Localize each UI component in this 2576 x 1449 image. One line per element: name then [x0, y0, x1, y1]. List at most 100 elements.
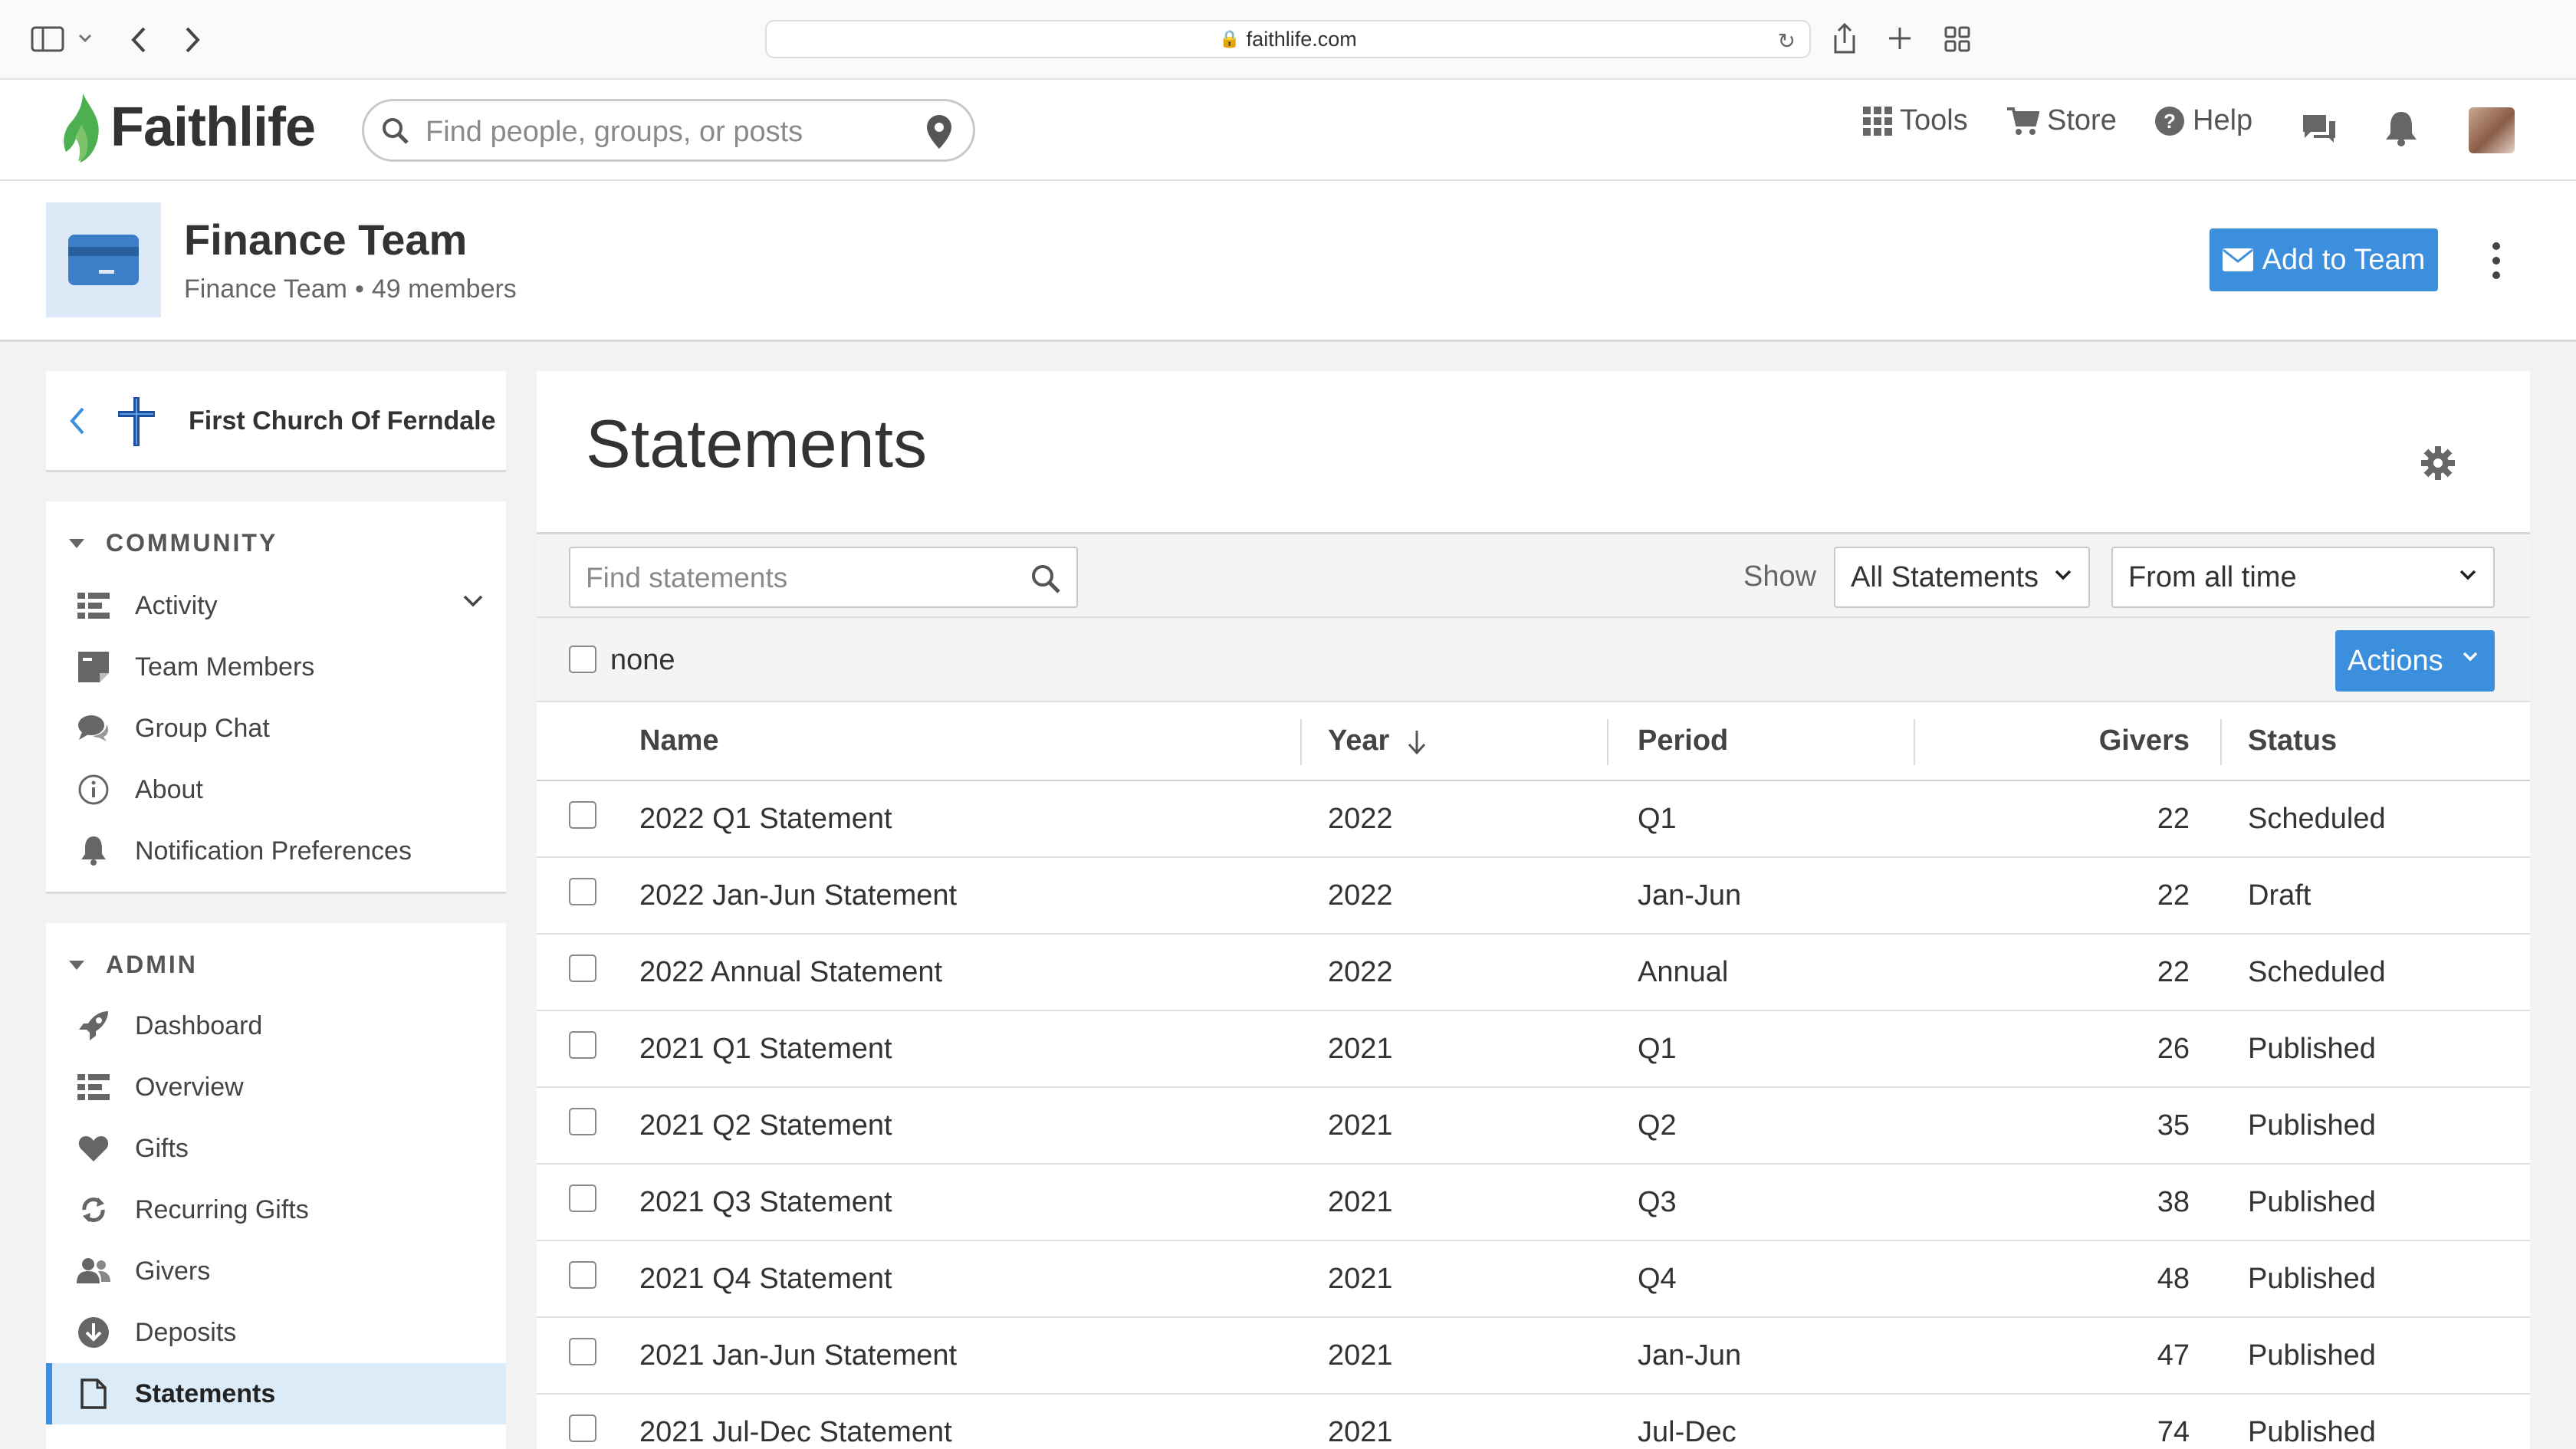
deposit-arrow-icon	[78, 1317, 109, 1348]
row-checkbox[interactable]	[569, 1261, 596, 1289]
back-chevron-icon[interactable]	[69, 406, 86, 435]
address-bar[interactable]: 🔒 faithlife.com ↻	[765, 20, 1811, 58]
forward-icon[interactable]	[184, 26, 201, 54]
statement-filter-select[interactable]: All Statements	[1834, 547, 2090, 608]
more-options-icon[interactable]	[2487, 238, 2505, 284]
statement-name[interactable]: 2021 Q3 Statement	[639, 1164, 1300, 1241]
sidebar-item-notification-preferences[interactable]: Notification Preferences	[46, 820, 506, 882]
sidebar-item-dashboard[interactable]: Dashboard	[46, 995, 506, 1056]
time-range-select[interactable]: From all time	[2111, 547, 2495, 608]
sidebar-item-statements[interactable]: Statements	[46, 1363, 506, 1424]
global-search-input[interactable]	[426, 112, 870, 152]
sidebar-item-label: Notification Preferences	[135, 836, 412, 866]
row-checkbox[interactable]	[569, 955, 596, 982]
row-checkbox[interactable]	[569, 878, 596, 905]
column-header-name[interactable]: Name	[639, 702, 1300, 781]
share-icon[interactable]	[1831, 21, 1858, 55]
messages-icon[interactable]	[2300, 112, 2338, 146]
column-header-period[interactable]: Period	[1607, 702, 1914, 781]
location-pin-icon[interactable]	[925, 113, 953, 150]
admin-section-title[interactable]: ADMIN	[69, 951, 198, 979]
statement-year: 2022	[1300, 934, 1607, 1011]
sidebar-item-deposits[interactable]: Deposits	[46, 1302, 506, 1363]
statement-name[interactable]: 2022 Jan-Jun Statement	[639, 857, 1300, 935]
add-to-team-button[interactable]: Add to Team	[2210, 228, 2438, 291]
table-row[interactable]: 2021 Q1 Statement 2021 Q1 26 Published	[537, 1010, 2530, 1088]
sidebar-item-group-chat[interactable]: Group Chat	[46, 698, 506, 759]
sidebar-item-about[interactable]: About	[46, 759, 506, 820]
nav-store[interactable]: Store	[2007, 104, 2117, 137]
search-icon[interactable]	[1030, 564, 1061, 594]
row-checkbox[interactable]	[569, 1338, 596, 1365]
statement-name[interactable]: 2021 Jan-Jun Statement	[639, 1317, 1300, 1395]
statement-period: Annual	[1607, 934, 1914, 1011]
column-header-status[interactable]: Status	[2220, 702, 2530, 781]
sidebar-item-recurring-gifts[interactable]: Recurring Gifts	[46, 1179, 506, 1240]
sidebar-item-team-members[interactable]: Team Members	[46, 636, 506, 698]
table-row[interactable]: 2021 Jul-Dec Statement 2021 Jul-Dec 74 P…	[537, 1394, 2530, 1449]
table-row[interactable]: 2021 Q4 Statement 2021 Q4 48 Published	[537, 1240, 2530, 1318]
community-section-title[interactable]: COMMUNITY	[69, 529, 278, 557]
statement-status: Scheduled	[2220, 934, 2530, 1011]
row-checkbox[interactable]	[569, 1031, 596, 1059]
envelope-icon	[2222, 248, 2253, 271]
find-statements-field[interactable]	[569, 547, 1078, 608]
row-checkbox[interactable]	[569, 1414, 596, 1442]
statement-name[interactable]: 2021 Q2 Statement	[639, 1087, 1300, 1165]
sidebar-item-gifts[interactable]: Gifts	[46, 1118, 506, 1179]
sidebar-item-activity[interactable]: Activity	[46, 575, 506, 636]
statement-status: Draft	[2220, 857, 2530, 935]
statement-year: 2021	[1300, 1394, 1607, 1449]
church-card[interactable]: First Church Of Ferndale	[46, 371, 506, 472]
table-row[interactable]: 2021 Jan-Jun Statement 2021 Jan-Jun 47 P…	[537, 1317, 2530, 1395]
statement-status: Published	[2220, 1010, 2530, 1088]
new-tab-icon[interactable]	[1888, 26, 1912, 51]
select-all-checkbox[interactable]	[569, 646, 596, 673]
statement-status: Published	[2220, 1317, 2530, 1395]
row-checkbox[interactable]	[569, 1108, 596, 1135]
nav-tools[interactable]: Tools	[1863, 104, 1968, 137]
statement-name[interactable]: 2021 Q1 Statement	[639, 1010, 1300, 1088]
table-row[interactable]: 2021 Q3 Statement 2021 Q3 38 Published	[537, 1164, 2530, 1241]
recurring-arrows-icon	[82, 1198, 105, 1222]
sort-descending-arrow-icon[interactable]	[1406, 729, 1428, 755]
select-all-label[interactable]: none	[610, 644, 675, 677]
row-checkbox[interactable]	[569, 1184, 596, 1212]
statement-status: Published	[2220, 1240, 2530, 1318]
page-title: Statements	[586, 406, 928, 481]
statement-givers: 26	[1914, 1010, 2220, 1088]
global-search[interactable]	[362, 99, 975, 162]
flame-logo-icon	[64, 94, 99, 163]
sidebar-toggle-icon[interactable]	[31, 26, 64, 52]
nav-help[interactable]: ? Help	[2154, 104, 2252, 137]
column-header-givers[interactable]: Givers	[1914, 702, 2220, 781]
chevron-down-icon[interactable]	[463, 595, 483, 607]
sidebar-item-overview[interactable]: Overview	[46, 1056, 506, 1118]
faithlife-logo[interactable]: Faithlife	[60, 90, 316, 164]
sidebar-item-label: Team Members	[135, 652, 315, 682]
statement-name[interactable]: 2022 Q1 Statement	[639, 780, 1300, 858]
find-statements-input[interactable]	[586, 559, 1015, 597]
statement-period: Q3	[1607, 1164, 1914, 1241]
gear-icon[interactable]	[2421, 446, 2455, 480]
actions-button[interactable]: Actions	[2335, 630, 2495, 692]
team-type[interactable]: Finance Team	[184, 274, 347, 304]
statement-name[interactable]: 2022 Annual Statement	[639, 934, 1300, 1011]
statement-name[interactable]: 2021 Q4 Statement	[639, 1240, 1300, 1318]
statement-name[interactable]: 2021 Jul-Dec Statement	[639, 1394, 1300, 1449]
chevron-down-icon[interactable]	[78, 34, 92, 43]
tab-overview-icon[interactable]	[1944, 26, 1970, 52]
reload-icon[interactable]: ↻	[1778, 28, 1796, 54]
table-row[interactable]: 2022 Q1 Statement 2022 Q1 22 Scheduled	[537, 780, 2530, 858]
member-count[interactable]: 49 members	[372, 274, 517, 304]
column-header-year[interactable]: Year	[1300, 702, 1607, 781]
table-row[interactable]: 2022 Annual Statement 2022 Annual 22 Sch…	[537, 934, 2530, 1011]
table-row[interactable]: 2021 Q2 Statement 2021 Q2 35 Published	[537, 1087, 2530, 1165]
svg-text:?: ?	[2164, 110, 2176, 133]
row-checkbox[interactable]	[569, 801, 596, 829]
table-row[interactable]: 2022 Jan-Jun Statement 2022 Jan-Jun 22 D…	[537, 857, 2530, 935]
back-icon[interactable]	[130, 26, 147, 54]
user-avatar[interactable]	[2469, 107, 2515, 153]
sidebar-item-givers[interactable]: Givers	[46, 1240, 506, 1302]
notifications-bell-icon[interactable]	[2384, 110, 2418, 147]
